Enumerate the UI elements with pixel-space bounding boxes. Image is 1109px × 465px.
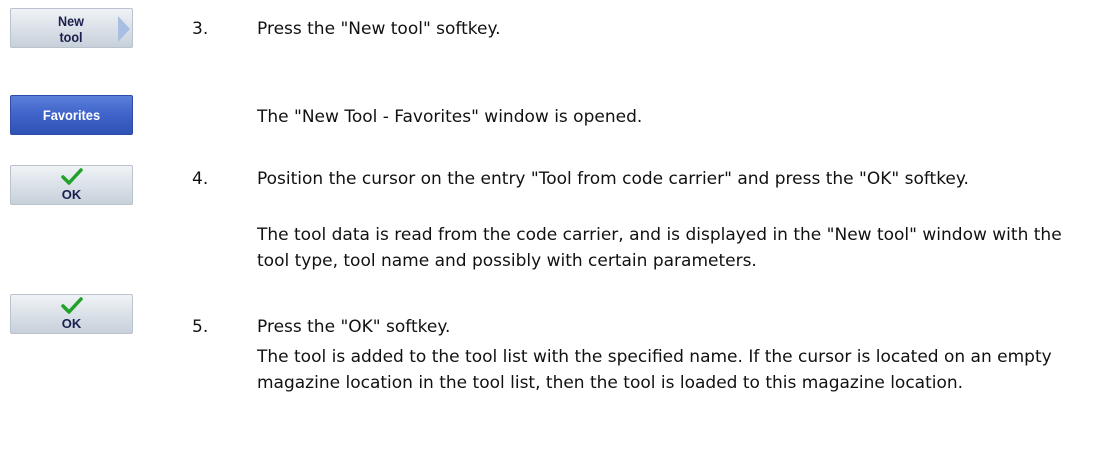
step-5-result: The tool is added to the tool list with … [257, 347, 1052, 393]
favorites-softkey-label: Favorites [42, 107, 101, 123]
new-tool-label-line2: tool [59, 29, 83, 45]
step-3-result: The "New Tool - Favorites" window is ope… [257, 107, 643, 127]
step-3-instruction: Press the "New tool" softkey. [257, 19, 501, 39]
favorites-softkey[interactable]: Favorites [10, 95, 133, 135]
checkmark-icon [61, 168, 83, 185]
ok-softkey-2-label: OK [61, 316, 82, 331]
step-5-instruction: Press the "OK" softkey. [257, 317, 451, 337]
checkmark-icon [61, 297, 83, 314]
step-4-instruction: Position the cursor on the entry "Tool f… [257, 169, 969, 189]
step-number-5: 5. [192, 317, 209, 337]
ok-softkey-1[interactable]: OK [10, 165, 133, 205]
new-tool-softkey-label: New tool [53, 13, 89, 45]
step-number-4: 4. [192, 169, 209, 189]
ok-softkey-2[interactable]: OK [10, 294, 133, 334]
arrow-right-icon [118, 16, 130, 42]
ok-softkey-1-label: OK [61, 187, 82, 202]
step-number-3: 3. [192, 19, 209, 39]
new-tool-label-line1: New [58, 13, 84, 29]
step-4-result: The tool data is read from the code carr… [257, 225, 1062, 271]
new-tool-softkey[interactable]: New tool [10, 8, 133, 48]
